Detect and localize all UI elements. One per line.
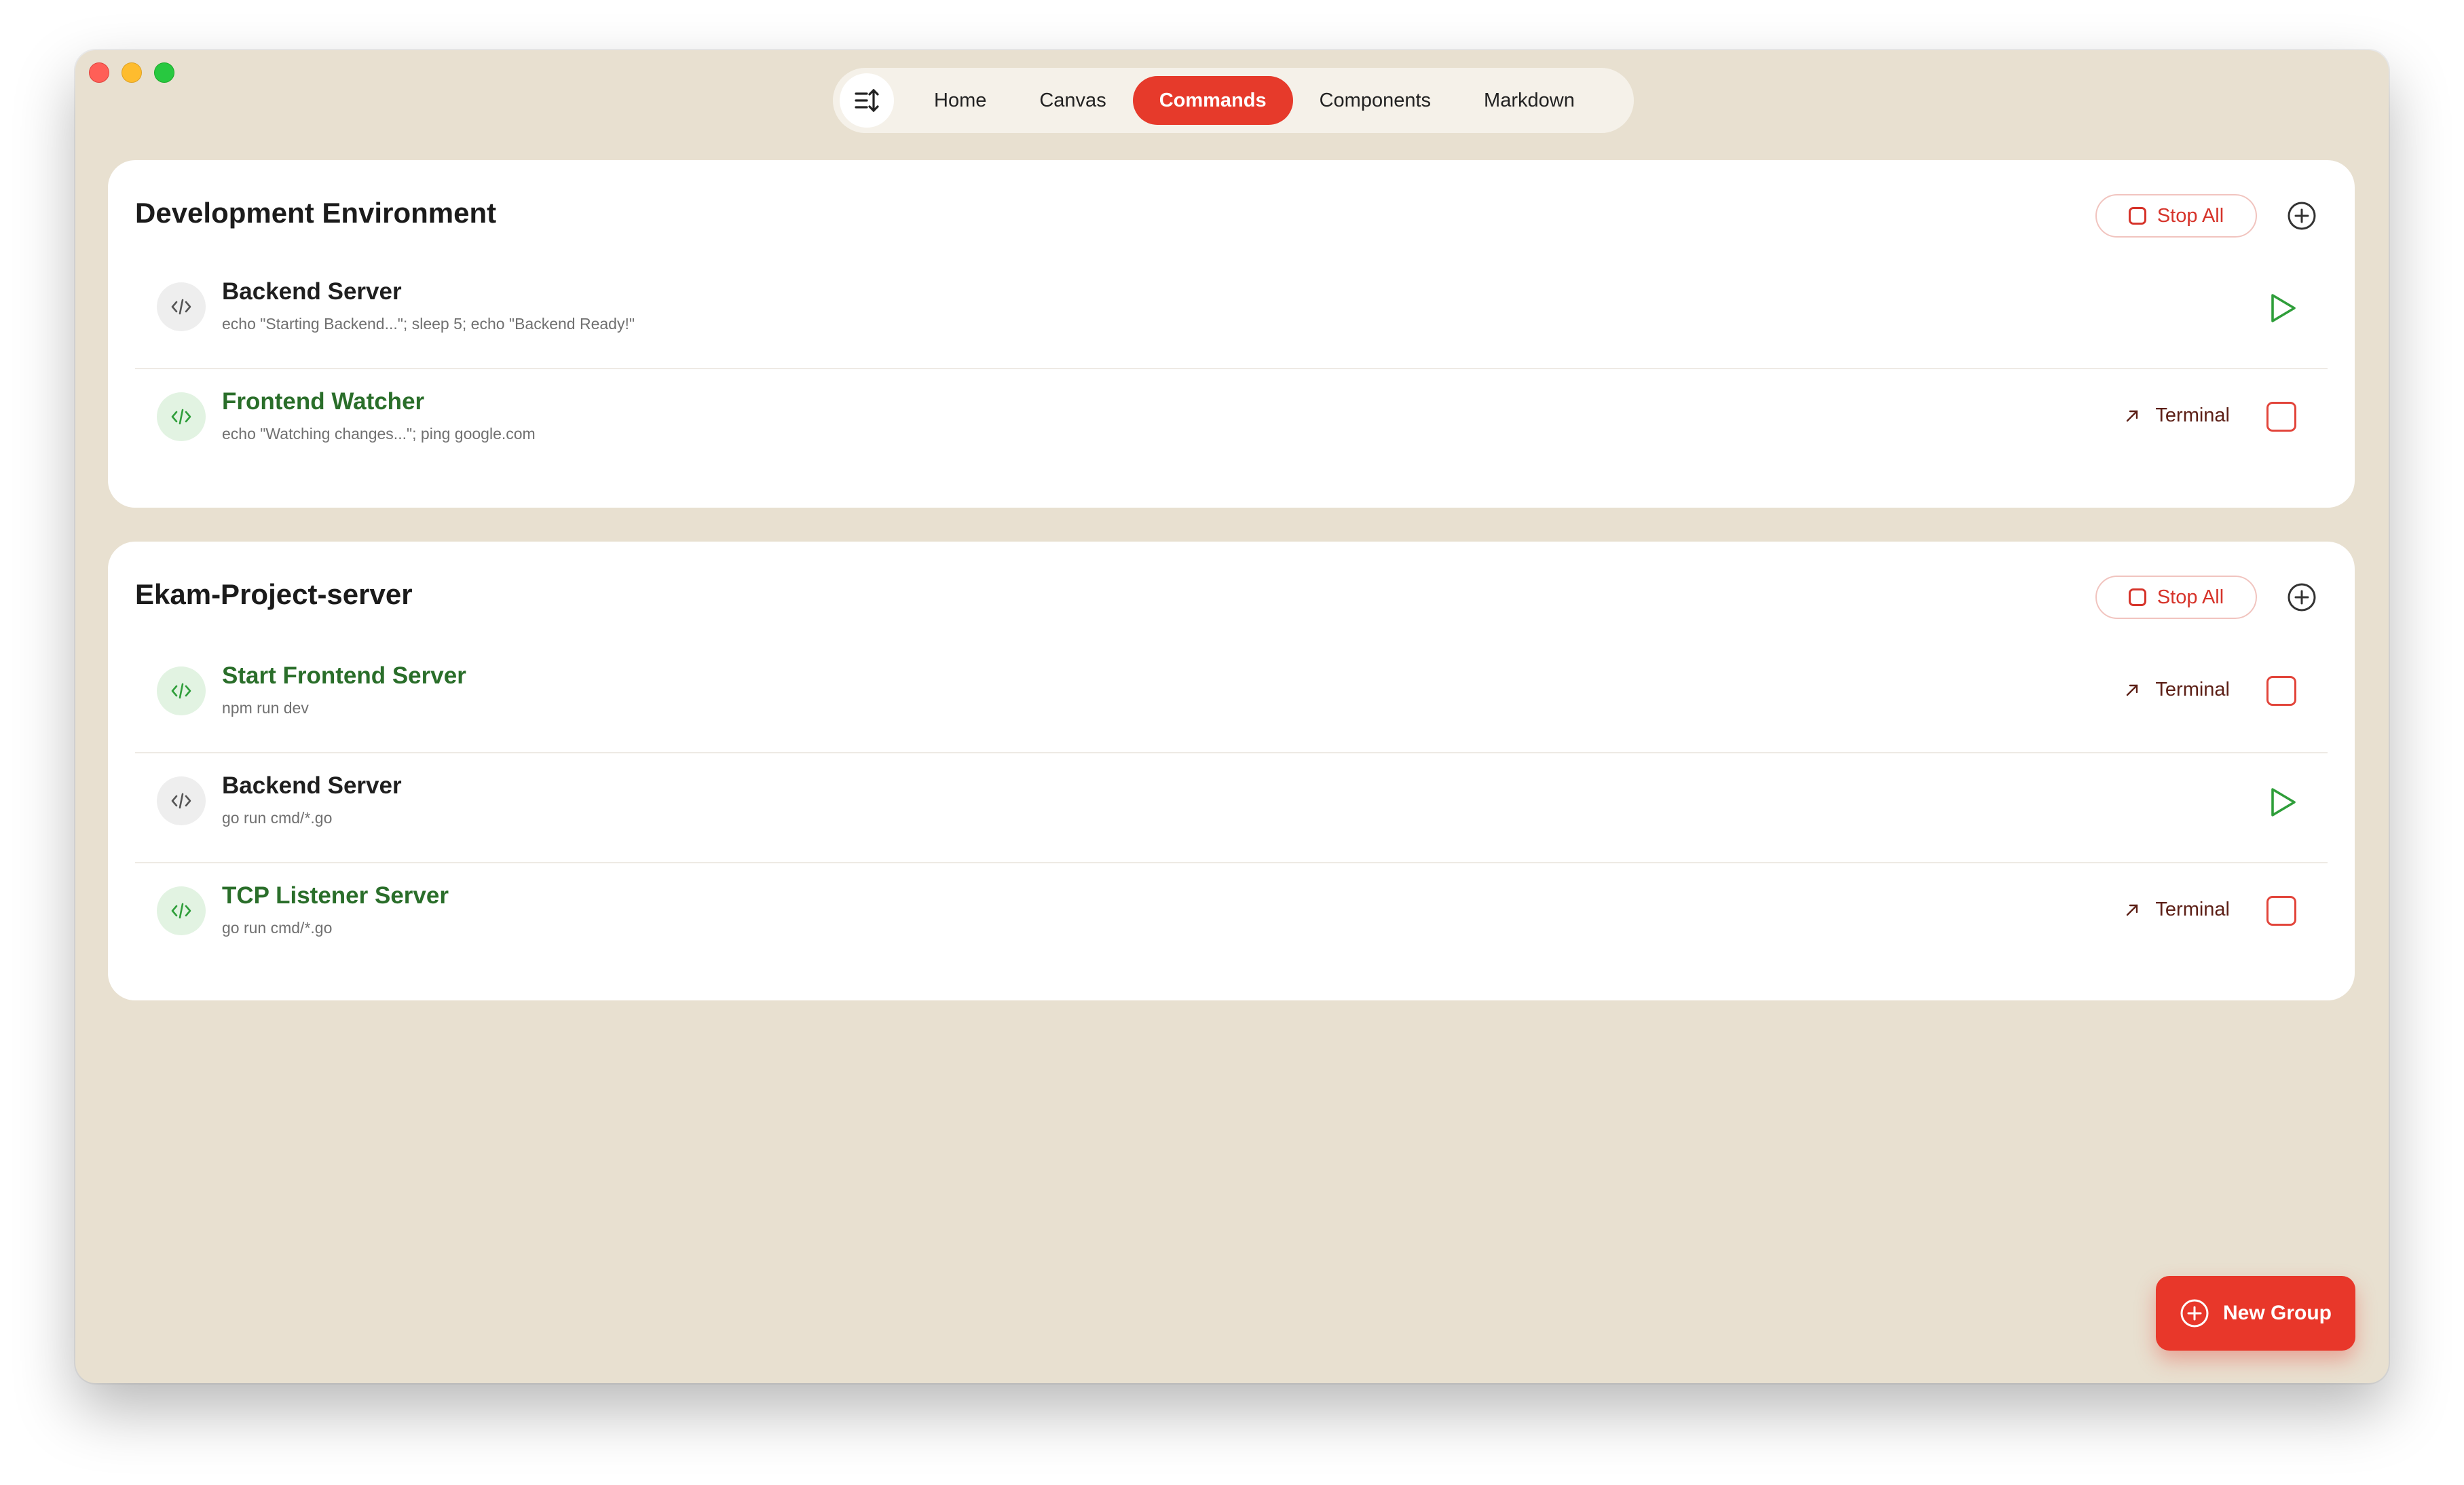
terminal-label: Terminal [2155, 679, 2230, 700]
new-group-button[interactable]: New Group [2156, 1276, 2355, 1351]
window-controls [89, 62, 174, 83]
command-row: Start Frontend Server npm run dev Termin… [135, 643, 2328, 753]
command-text: go run cmd/*.go [222, 919, 333, 937]
stop-square-icon [2128, 588, 2146, 606]
code-icon [157, 666, 206, 715]
app-window: Home Canvas Commands Components Markdown… [75, 50, 2389, 1383]
new-group-label: New Group [2222, 1302, 2332, 1324]
play-icon[interactable] [2262, 783, 2300, 821]
terminal-label: Terminal [2155, 405, 2230, 426]
command-text: echo "Starting Backend..."; sleep 5; ech… [222, 315, 635, 333]
sort-lines-icon [855, 88, 879, 113]
arrow-up-right-icon [2127, 410, 2138, 421]
command-name: Start Frontend Server [222, 662, 466, 689]
group-title: Ekam-Project-server [135, 578, 413, 610]
play-icon[interactable] [2262, 289, 2300, 327]
tab-markdown[interactable]: Markdown [1457, 76, 1601, 125]
stop-square-icon [2128, 207, 2146, 225]
code-icon [157, 886, 206, 935]
code-icon [157, 776, 206, 825]
tab-components[interactable]: Components [1293, 76, 1457, 125]
stop-command-button[interactable] [2266, 676, 2296, 706]
stop-command-button[interactable] [2266, 402, 2296, 432]
command-group: Ekam-Project-server Stop All Start Front… [108, 542, 2355, 1000]
arrow-up-right-icon [2127, 684, 2138, 696]
command-row: TCP Listener Server go run cmd/*.go Term… [135, 863, 2328, 973]
sort-toggle-button[interactable] [840, 73, 894, 128]
add-command-icon[interactable] [2287, 201, 2317, 231]
tab-home[interactable]: Home [908, 76, 1013, 125]
command-row: Frontend Watcher echo "Watching changes.… [135, 369, 2328, 479]
zoom-window-button[interactable] [154, 62, 174, 83]
stop-all-label: Stop All [2157, 204, 2224, 227]
code-icon [157, 392, 206, 441]
stop-all-button[interactable]: Stop All [2095, 576, 2257, 619]
code-icon [157, 282, 206, 331]
stop-command-button[interactable] [2266, 896, 2296, 926]
add-command-icon[interactable] [2287, 582, 2317, 612]
command-name: TCP Listener Server [222, 882, 449, 909]
command-name: Backend Server [222, 772, 402, 799]
stop-all-label: Stop All [2157, 586, 2224, 608]
tab-commands[interactable]: Commands [1132, 76, 1293, 125]
command-row: Backend Server go run cmd/*.go [135, 753, 2328, 863]
close-window-button[interactable] [89, 62, 109, 83]
command-text: go run cmd/*.go [222, 809, 333, 827]
tab-canvas[interactable]: Canvas [1013, 76, 1132, 125]
command-group: Development Environment Stop All Backend… [108, 160, 2355, 508]
plus-circle-icon [2180, 1299, 2209, 1328]
open-terminal-link[interactable]: Terminal [2124, 899, 2230, 921]
stop-all-button[interactable]: Stop All [2095, 194, 2257, 238]
command-text: npm run dev [222, 699, 309, 717]
open-terminal-link[interactable]: Terminal [2124, 679, 2230, 701]
top-navigation: Home Canvas Commands Components Markdown [833, 68, 1634, 133]
open-terminal-link[interactable]: Terminal [2124, 405, 2230, 427]
command-name: Frontend Watcher [222, 388, 425, 415]
arrow-up-right-icon [2127, 904, 2138, 916]
command-row: Backend Server echo "Starting Backend...… [135, 259, 2328, 369]
command-text: echo "Watching changes..."; ping google.… [222, 425, 536, 443]
terminal-label: Terminal [2155, 899, 2230, 920]
minimize-window-button[interactable] [122, 62, 142, 83]
command-name: Backend Server [222, 278, 402, 305]
group-title: Development Environment [135, 197, 497, 229]
